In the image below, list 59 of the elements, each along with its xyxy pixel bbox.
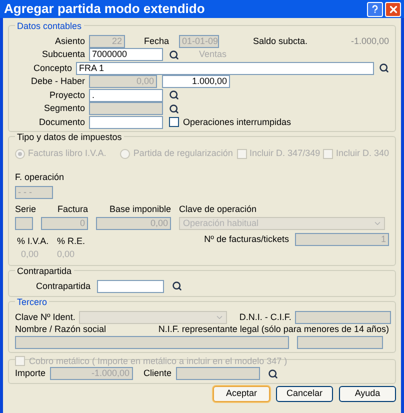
input-field[interactable]: 7000000 — [89, 48, 163, 62]
account-description: Ventas — [199, 48, 227, 61]
field-label: Asiento — [54, 36, 85, 47]
close-icon[interactable] — [385, 2, 401, 16]
input-field[interactable]: FRA 1 — [76, 62, 374, 75]
field-label: Incluir D. 340 — [336, 148, 390, 159]
dialog-button[interactable]: Aceptar — [213, 386, 270, 402]
field-label: Documento — [38, 116, 85, 128]
chevron-down-icon — [373, 219, 382, 228]
balance-value: -1.000,00 — [350, 34, 389, 48]
field-label: % R.E. — [57, 236, 86, 247]
field-label: N.I.F. representante legal (sólo para menores de 14 años) — [158, 324, 389, 335]
help-icon[interactable] — [367, 2, 383, 16]
input-field[interactable] — [89, 116, 163, 129]
surcharge-value: 0,00 — [57, 248, 75, 261]
field-label: Saldo subcta. — [253, 36, 308, 47]
field-label: Fecha — [144, 36, 170, 47]
dialog-button[interactable]: Cancelar — [276, 386, 333, 402]
field-label: Concepto — [32, 62, 72, 74]
field-label: Contrapartida — [36, 280, 91, 292]
group-title: Contrapartida — [15, 266, 74, 276]
search-icon[interactable] — [169, 90, 179, 100]
search-icon[interactable] — [172, 281, 182, 292]
field-label: Facturas libro I.V.A. — [28, 148, 106, 159]
field-label: Base imponible — [108, 204, 171, 215]
vat-value: 0,00 — [20, 248, 40, 261]
field-label: Operaciones interrumpidas — [183, 116, 292, 128]
field-label: Cliente — [144, 368, 172, 380]
field-label: Segmento — [42, 103, 85, 114]
field-label: Partida de regularización — [133, 148, 233, 159]
field-label: Debe - Haber — [30, 76, 85, 88]
input-field[interactable] — [96, 280, 164, 293]
field-label: Proyecto — [48, 90, 85, 101]
input-field[interactable]: 1.000,00 — [162, 75, 230, 88]
search-icon[interactable] — [169, 104, 179, 114]
field-label: Serie — [15, 204, 38, 215]
group-title: Tercero — [15, 297, 50, 307]
field-label: D.N.I. - C.I.F. — [239, 312, 292, 323]
field-label: Subcuenta — [40, 49, 85, 60]
field-label: Clave Nº Ident. — [15, 312, 76, 323]
field-label: Cobro metálico ( Importe en metálico a incluir en el modelo 347 ) — [29, 356, 288, 366]
input-field[interactable]: . — [89, 88, 163, 102]
field-label: % I.V.A. — [16, 236, 50, 247]
search-icon[interactable] — [379, 63, 389, 74]
field-label: Clave de operación — [179, 204, 257, 215]
field-label: F. operación — [15, 172, 64, 182]
field-label: Nombre / Razón social — [15, 324, 106, 335]
search-icon[interactable] — [268, 368, 278, 379]
field-label: Incluir D. 347/349 — [250, 148, 320, 159]
dialog-button[interactable]: Ayuda — [339, 386, 396, 402]
field-label: Importe — [15, 368, 46, 380]
group-title: Datos contables — [15, 21, 84, 31]
search-icon[interactable] — [169, 50, 179, 60]
group-title: Tipo y datos de impuestos — [15, 132, 124, 142]
field-label: Nº de facturas/tickets — [204, 234, 289, 245]
field-label: Factura — [56, 204, 88, 215]
window-title: Agregar partida modo extendido — [4, 1, 205, 17]
input-field[interactable] — [176, 367, 260, 380]
checkbox[interactable] — [169, 117, 179, 128]
